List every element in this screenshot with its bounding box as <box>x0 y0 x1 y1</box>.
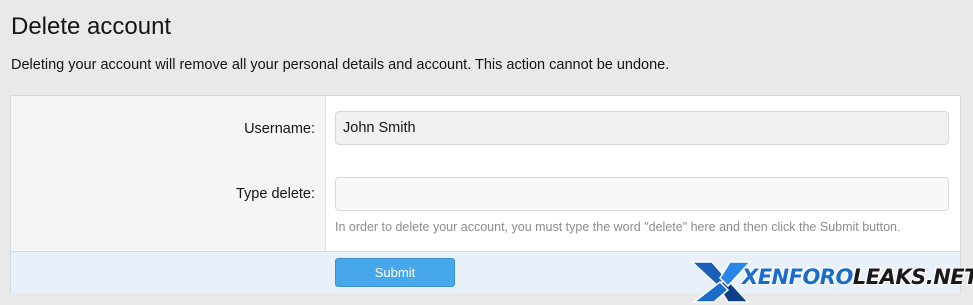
form-label-column <box>11 96 326 251</box>
watermark-text: XENFOROLEAKS.NET <box>742 265 973 289</box>
page-description: Deleting your account will remove all yo… <box>11 57 670 73</box>
submit-button[interactable]: Submit <box>335 258 455 287</box>
username-label: Username: <box>244 121 315 137</box>
page-title: Delete account <box>11 13 172 40</box>
type-delete-field[interactable] <box>335 177 949 211</box>
watermark-text-part1: XENFORO <box>742 265 853 289</box>
type-delete-hint: In order to delete your account, you mus… <box>335 220 901 234</box>
type-delete-label: Type delete: <box>236 186 315 202</box>
watermark-text-part2: LEAKS.NET <box>852 265 973 289</box>
watermark-logo: XENFOROLEAKS.NET <box>690 256 973 304</box>
username-field[interactable] <box>335 111 949 145</box>
